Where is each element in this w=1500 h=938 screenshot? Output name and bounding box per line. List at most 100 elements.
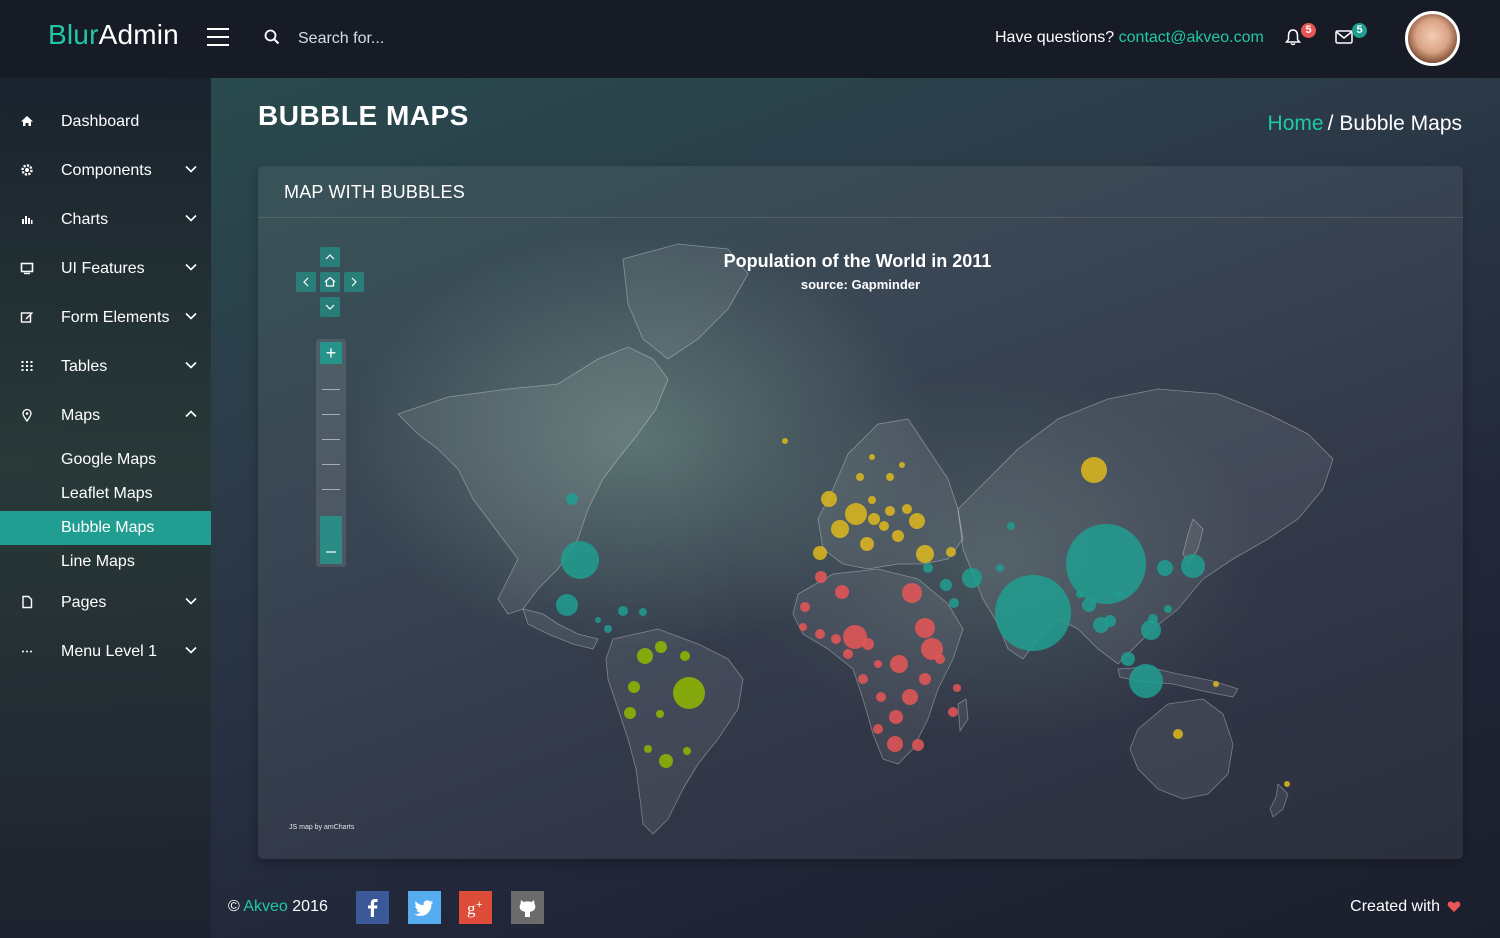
population-bubble[interactable] bbox=[902, 504, 912, 514]
population-bubble[interactable] bbox=[1148, 614, 1158, 624]
avatar[interactable] bbox=[1405, 11, 1460, 66]
population-bubble[interactable] bbox=[885, 506, 895, 516]
population-bubble[interactable] bbox=[831, 634, 841, 644]
population-bubble[interactable] bbox=[1173, 729, 1183, 739]
pan-right-button[interactable] bbox=[344, 272, 364, 292]
population-bubble[interactable] bbox=[656, 710, 664, 718]
population-bubble[interactable] bbox=[835, 585, 849, 599]
sidebar-subitem-bubble-maps[interactable]: Bubble Maps bbox=[0, 511, 211, 545]
population-bubble[interactable] bbox=[1164, 605, 1172, 613]
population-bubble[interactable] bbox=[831, 520, 849, 538]
population-bubble[interactable] bbox=[889, 710, 903, 724]
population-bubble[interactable] bbox=[876, 692, 886, 702]
breadcrumb-home-link[interactable]: Home bbox=[1268, 112, 1324, 135]
population-bubble[interactable] bbox=[655, 641, 667, 653]
sidebar-subitem-google-maps[interactable]: Google Maps bbox=[0, 443, 211, 477]
twitter-button[interactable] bbox=[408, 891, 441, 924]
pan-down-button[interactable] bbox=[320, 297, 340, 317]
population-bubble[interactable] bbox=[919, 673, 931, 685]
population-bubble[interactable] bbox=[815, 629, 825, 639]
facebook-button[interactable] bbox=[356, 891, 389, 924]
population-bubble[interactable] bbox=[1082, 598, 1096, 612]
population-bubble[interactable] bbox=[673, 677, 705, 709]
population-bubble[interactable] bbox=[604, 625, 612, 633]
sidebar-item-pages[interactable]: Pages bbox=[0, 583, 211, 623]
zoom-out-button[interactable] bbox=[320, 516, 342, 564]
population-bubble[interactable] bbox=[595, 617, 601, 623]
menu-toggle-icon[interactable] bbox=[207, 28, 229, 46]
population-bubble[interactable] bbox=[1129, 664, 1163, 698]
population-bubble[interactable] bbox=[799, 623, 807, 631]
population-bubble[interactable] bbox=[923, 563, 933, 573]
population-bubble[interactable] bbox=[868, 496, 876, 504]
population-bubble[interactable] bbox=[1007, 522, 1015, 530]
sidebar-item-form-elements[interactable]: Form Elements bbox=[0, 298, 211, 338]
google-plus-button[interactable]: g + bbox=[459, 891, 492, 924]
population-bubble[interactable] bbox=[915, 618, 935, 638]
sidebar-subitem-leaflet-maps[interactable]: Leaflet Maps bbox=[0, 477, 211, 511]
population-bubble[interactable] bbox=[948, 707, 958, 717]
population-bubble[interactable] bbox=[940, 579, 952, 591]
population-bubble[interactable] bbox=[909, 513, 925, 529]
pan-up-button[interactable] bbox=[320, 247, 340, 267]
sidebar-subitem-line-maps[interactable]: Line Maps bbox=[0, 545, 211, 579]
population-bubble[interactable] bbox=[815, 571, 827, 583]
map-credit[interactable]: JS map by amCharts bbox=[289, 824, 354, 831]
population-bubble[interactable] bbox=[1104, 615, 1116, 627]
population-bubble[interactable] bbox=[800, 602, 810, 612]
population-bubble[interactable] bbox=[899, 462, 905, 468]
population-bubble[interactable] bbox=[566, 493, 578, 505]
population-bubble[interactable] bbox=[916, 545, 934, 563]
population-bubble[interactable] bbox=[860, 537, 874, 551]
population-bubble[interactable] bbox=[856, 473, 864, 481]
population-bubble[interactable] bbox=[628, 681, 640, 693]
bubble-map[interactable]: Population of the World in 2011 source: … bbox=[258, 219, 1463, 859]
population-bubble[interactable] bbox=[996, 564, 1004, 572]
population-bubble[interactable] bbox=[843, 649, 853, 659]
population-bubble[interactable] bbox=[962, 568, 982, 588]
population-bubble[interactable] bbox=[1121, 652, 1135, 666]
population-bubble[interactable] bbox=[946, 547, 956, 557]
population-bubble[interactable] bbox=[879, 521, 889, 531]
population-bubble[interactable] bbox=[1284, 781, 1290, 787]
population-bubble[interactable] bbox=[845, 503, 867, 525]
population-bubble[interactable] bbox=[892, 530, 904, 542]
population-bubble[interactable] bbox=[868, 513, 880, 525]
population-bubble[interactable] bbox=[659, 754, 673, 768]
population-bubble[interactable] bbox=[1213, 681, 1219, 687]
population-bubble[interactable] bbox=[821, 491, 837, 507]
population-bubble[interactable] bbox=[1081, 457, 1107, 483]
population-bubble[interactable] bbox=[1181, 554, 1205, 578]
population-bubble[interactable] bbox=[886, 473, 894, 481]
population-bubble[interactable] bbox=[862, 638, 874, 650]
population-bubble[interactable] bbox=[637, 648, 653, 664]
population-bubble[interactable] bbox=[644, 745, 652, 753]
population-bubble[interactable] bbox=[618, 606, 628, 616]
sidebar-item-tables[interactable]: Tables bbox=[0, 347, 211, 387]
population-bubble[interactable] bbox=[912, 739, 924, 751]
mail-icon[interactable] bbox=[1335, 30, 1353, 44]
population-bubble[interactable] bbox=[683, 747, 691, 755]
search-input[interactable] bbox=[290, 26, 530, 52]
population-bubble[interactable] bbox=[1157, 560, 1173, 576]
population-bubble[interactable] bbox=[995, 575, 1071, 651]
population-bubble[interactable] bbox=[890, 655, 908, 673]
population-bubble[interactable] bbox=[813, 546, 827, 560]
population-bubble[interactable] bbox=[1114, 590, 1122, 598]
sidebar-item-components[interactable]: Components bbox=[0, 151, 211, 191]
sidebar-item-menu-level-1[interactable]: Menu Level 1 bbox=[0, 632, 211, 672]
population-bubble[interactable] bbox=[935, 654, 945, 664]
github-button[interactable] bbox=[511, 891, 544, 924]
zoom-in-button[interactable]: + bbox=[320, 342, 342, 364]
population-bubble[interactable] bbox=[561, 541, 599, 579]
population-bubble[interactable] bbox=[873, 724, 883, 734]
population-bubble[interactable] bbox=[858, 674, 868, 684]
brand-logo[interactable]: BlurAdmin bbox=[48, 19, 179, 51]
home-view-button[interactable] bbox=[320, 272, 340, 292]
contact-email-link[interactable]: contact@akveo.com bbox=[1119, 29, 1264, 46]
bell-icon[interactable] bbox=[1284, 28, 1302, 46]
population-bubble[interactable] bbox=[869, 454, 875, 460]
pan-left-button[interactable] bbox=[296, 272, 316, 292]
sidebar-item-ui-features[interactable]: UI Features bbox=[0, 249, 211, 289]
population-bubble[interactable] bbox=[902, 689, 918, 705]
